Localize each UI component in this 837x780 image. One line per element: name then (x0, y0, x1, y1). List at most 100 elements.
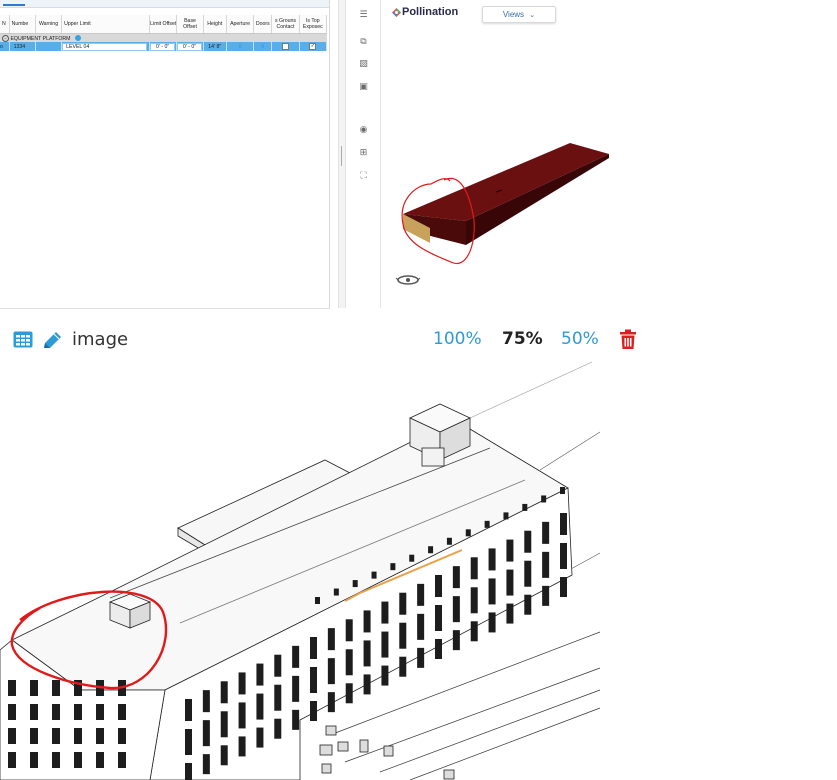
site-object (383, 745, 394, 757)
image-label: image (72, 329, 129, 350)
facade-window (52, 680, 60, 696)
ground-contact-checkbox[interactable] (282, 43, 289, 50)
cell-limit-offset[interactable]: 0' - 0" (149, 42, 178, 51)
brand-name: Pollination (402, 6, 459, 18)
facade-window (202, 690, 210, 713)
col-header-number[interactable]: Numbe (9, 15, 36, 34)
col-header-upper-limit[interactable]: Upper Limit (61, 15, 151, 34)
facade-window (465, 529, 471, 537)
col-header-ground-contact[interactable]: s Grouns Contact (271, 15, 300, 34)
facade-window (256, 727, 264, 748)
group-label: EQUIPMENT PLATFORM (10, 35, 71, 42)
col-header-doors[interactable]: Doors (253, 15, 273, 34)
cell-top-exposed[interactable]: ✓ (299, 42, 328, 51)
image-toolbar: image 100% 75% 50% (0, 326, 837, 356)
facade-window (202, 720, 210, 747)
cell-doors[interactable]: 0 (253, 42, 273, 51)
cell-n[interactable]: o (0, 42, 10, 51)
facade-window (52, 704, 60, 720)
col-header-height[interactable]: Height (203, 15, 227, 34)
top-exposed-checkbox[interactable]: ✓ (309, 43, 317, 50)
schedule-header-row: N Numbe Warning Upper Limit Limit Offset… (0, 15, 328, 34)
collapse-icon[interactable]: − (2, 34, 9, 42)
zoom-50-button[interactable]: 50% (561, 329, 599, 349)
facade-window (256, 693, 264, 720)
facade-window (96, 728, 104, 744)
roof-vent (421, 447, 445, 467)
facade-window (74, 728, 82, 744)
facade-window (560, 513, 567, 535)
zoom-75-button[interactable]: 75% (502, 329, 543, 349)
group-cell[interactable]: − EQUIPMENT PLATFORM (0, 33, 327, 42)
cell-base-offset[interactable]: 0' - 0" (176, 42, 204, 51)
schedule-table: N Numbe Warning Upper Limit Limit Offset… (0, 15, 328, 51)
facade-window (345, 619, 353, 642)
schedule-panel: N Numbe Warning Upper Limit Limit Offset… (0, 0, 330, 309)
facade-window (256, 663, 264, 686)
table-grid-icon[interactable] (13, 331, 33, 348)
facade-window (488, 578, 496, 605)
col-header-aperture[interactable]: Aperture (226, 15, 255, 34)
add-row-icon[interactable] (74, 35, 81, 41)
pencil-icon[interactable] (42, 330, 63, 350)
cell-warning[interactable] (35, 42, 63, 51)
views-dropdown[interactable]: Views ⌄ (482, 6, 556, 23)
facade-window (315, 597, 320, 604)
facade-window (30, 752, 38, 768)
facade-window (417, 647, 425, 668)
bbox-icon[interactable]: ▣ (359, 83, 368, 92)
facade-window (274, 718, 282, 739)
schedule-group-row[interactable]: − EQUIPMENT PLATFORM (0, 33, 327, 42)
site-object (443, 769, 455, 780)
col-header-top-exposed[interactable]: Is Top Exposec (299, 15, 328, 34)
trash-icon[interactable] (619, 329, 637, 350)
facade-window (470, 557, 478, 580)
site-object (337, 741, 349, 752)
fullscreen-icon[interactable]: ⛶ (359, 172, 368, 181)
facade-window (118, 704, 126, 720)
base-offset-value[interactable]: 0' - 0" (177, 42, 202, 51)
facade-window (381, 631, 389, 658)
cell-upper-limit[interactable]: LEVEL 04 (61, 42, 151, 51)
facade-window (327, 628, 335, 651)
image-icon[interactable]: ▨ (359, 60, 368, 69)
splitter-grip[interactable] (341, 146, 342, 166)
tab-indicator (3, 1, 25, 6)
copy-icon[interactable]: ⧉ (359, 38, 368, 47)
facade-window (417, 613, 425, 640)
facade-window (96, 704, 104, 720)
col-header-n[interactable]: N (0, 15, 10, 34)
cell-ground-contact[interactable] (271, 42, 300, 51)
col-header-limit-offset[interactable]: Limit Offset (149, 15, 178, 34)
table-row[interactable]: o 1334 LEVEL 04 0' - 0" 0' - 0" 14' 8" 0… (0, 42, 328, 51)
facade-window (470, 587, 478, 614)
facade-window (363, 640, 371, 667)
cell-height[interactable]: 14' 8" (203, 42, 227, 51)
facade-window (52, 728, 60, 744)
camera-icon[interactable]: ◉ (359, 126, 368, 135)
col-header-warning[interactable]: Warning (35, 15, 63, 34)
col-header-base-offset[interactable]: Base Offset (176, 15, 204, 34)
facade-window (381, 665, 389, 686)
chevron-down-icon: ⌄ (529, 12, 536, 19)
facade-window (399, 622, 407, 649)
panel-splitter[interactable] (338, 0, 346, 308)
facade-window (118, 752, 126, 768)
cell-aperture[interactable]: 0 (226, 42, 255, 51)
orbit-gizmo-icon[interactable] (395, 275, 421, 285)
zoom-100-button[interactable]: 100% (433, 329, 482, 349)
list-icon[interactable]: ☰ (359, 11, 368, 20)
facade-window (327, 658, 335, 685)
limit-offset-value[interactable]: 0' - 0" (150, 42, 176, 51)
upper-limit-select[interactable]: LEVEL 04 (62, 42, 148, 51)
viewer-canvas[interactable] (346, 0, 648, 308)
cell-number[interactable]: 1334 (9, 42, 36, 51)
facade-window (238, 702, 246, 729)
facade-window (52, 752, 60, 768)
layers-icon[interactable]: ⊞ (359, 149, 368, 158)
facade-window (560, 577, 567, 597)
site-object (319, 744, 333, 756)
facade-window (435, 575, 442, 597)
facade-window (274, 654, 282, 677)
facade-window (292, 709, 300, 730)
